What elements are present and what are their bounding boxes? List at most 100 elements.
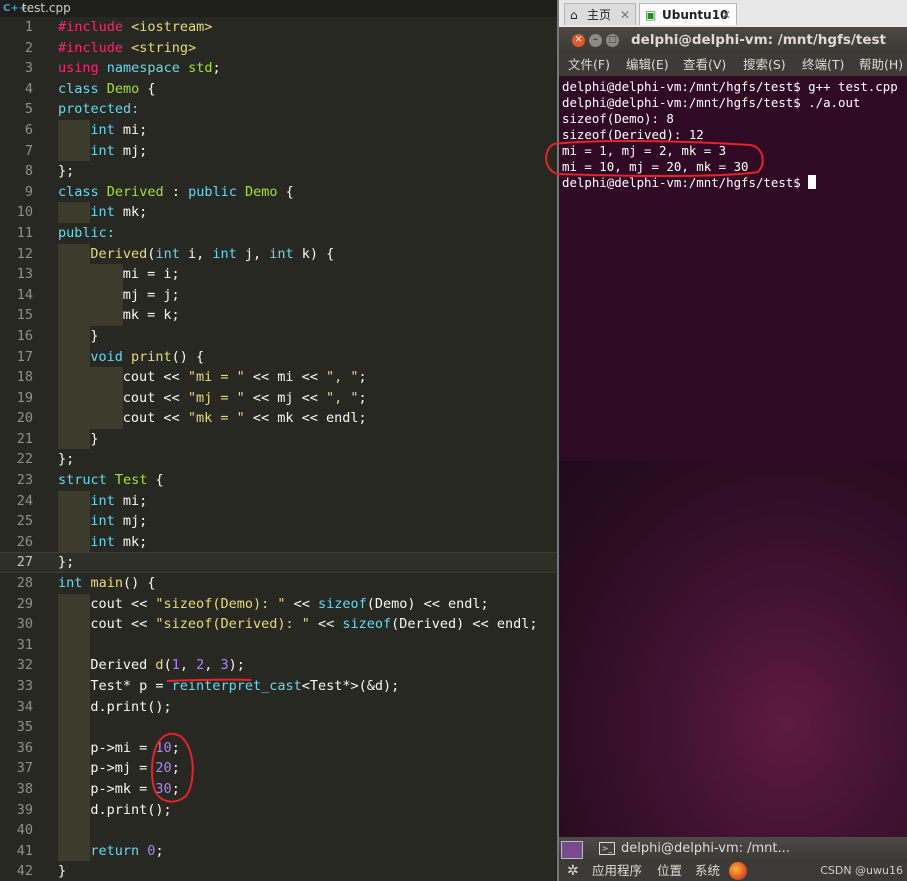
menu-view[interactable]: 查看(V)	[683, 53, 726, 76]
code-line[interactable]: 14 mj = j;	[0, 284, 557, 306]
menu-applications[interactable]: 应用程序	[592, 861, 642, 881]
code-text: int mi;	[58, 490, 147, 512]
code-token: Test* p =	[90, 678, 172, 694]
minimize-icon[interactable]: –	[589, 34, 602, 47]
code-line[interactable]: 34 d.print();	[0, 696, 557, 718]
code-line[interactable]: 9 class Derived : public Demo {	[0, 182, 557, 203]
menu-edit[interactable]: 编辑(E)	[626, 53, 669, 76]
code-line[interactable]: 12 Derived(int i, int j, int k) {	[0, 243, 557, 265]
code-line[interactable]: 40	[0, 820, 557, 841]
code-line[interactable]: 36 p->mi = 10;	[0, 737, 557, 759]
indent-guide	[58, 511, 91, 532]
code-line[interactable]: 10 int mk;	[0, 202, 557, 223]
window-list-panel: >_ delphi@delphi-vm: /mnt...	[559, 837, 907, 861]
code-token: () {	[171, 348, 205, 365]
code-line[interactable]: 29 cout << "sizeof(Demo): " << sizeof(De…	[0, 593, 557, 615]
code-line[interactable]: 31	[0, 634, 557, 656]
tab-ubuntu10[interactable]: ▣ Ubuntu10 ✕	[639, 3, 737, 25]
menu-search[interactable]: 搜索(S)	[743, 53, 786, 76]
code-line[interactable]: 23 struct Test {	[0, 470, 557, 491]
code-line[interactable]: 32 Derived d(1, 2, 3);	[0, 655, 557, 676]
code-line[interactable]: 28 int main() {	[0, 573, 557, 594]
code-token: {	[155, 472, 164, 489]
menu-places[interactable]: 位置	[657, 861, 682, 881]
close-window-icon[interactable]: ✕	[572, 34, 585, 47]
terminal-prompt-line[interactable]: delphi@delphi-vm:/mnt/hgfs/test$	[562, 175, 817, 191]
code-token: namespace	[106, 60, 189, 77]
code-token: p->mj =	[90, 760, 156, 777]
code-line[interactable]: 6 int mi;	[0, 119, 557, 141]
menu-system[interactable]: 系统	[695, 861, 720, 881]
code-line[interactable]: 39 d.print();	[0, 799, 557, 821]
code-text: }	[58, 861, 66, 881]
code-line[interactable]: 21 }	[0, 428, 557, 450]
menu-terminal[interactable]: 终端(T)	[802, 53, 844, 76]
indent-guide	[58, 284, 91, 306]
terminal-prompt: delphi@delphi-vm:/mnt/hgfs/test$	[562, 175, 809, 190]
code-line[interactable]: 38 p->mk = 30;	[0, 778, 557, 800]
code-line[interactable]: 13 mi = i;	[0, 264, 557, 285]
code-token: "mk = "	[187, 410, 245, 427]
line-number: 13	[16, 266, 33, 283]
workspace-switcher-icon[interactable]	[561, 841, 583, 859]
code-line[interactable]: 2 #include <string>	[0, 38, 557, 59]
code-line[interactable]: 42}	[0, 861, 557, 881]
code-line[interactable]: 16 }	[0, 325, 557, 347]
code-text: int main() {	[58, 573, 156, 594]
code-editor[interactable]: C++ test.cpp 1 #include <iostream> 2 #inclu…	[0, 0, 557, 881]
code-text: p->mi = 10;	[58, 737, 180, 759]
line-number: 15	[16, 307, 33, 324]
tab-home[interactable]: ⌂ 主页 ✕	[564, 3, 636, 25]
indent-guide	[58, 202, 91, 223]
close-icon[interactable]: ✕	[620, 4, 630, 26]
code-line[interactable]: 11 public:	[0, 223, 557, 244]
close-icon[interactable]: ✕	[721, 4, 731, 26]
code-line[interactable]: 4 class Demo {	[0, 79, 557, 100]
code-token: ", "	[326, 369, 359, 386]
firefox-icon[interactable]	[729, 862, 747, 880]
code-line[interactable]: 35	[0, 717, 557, 738]
code-line[interactable]: 8};	[0, 161, 557, 182]
code-line[interactable]: 41 return 0;	[0, 840, 557, 862]
code-line[interactable]: 5 protected:	[0, 99, 557, 120]
code-text: class Demo {	[58, 79, 156, 100]
code-token: d.print();	[90, 801, 172, 818]
code-line[interactable]: 27};	[0, 552, 557, 574]
line-number: 19	[16, 389, 33, 406]
menu-help[interactable]: 帮助(H)	[859, 53, 903, 76]
code-token: }	[90, 327, 99, 344]
code-line[interactable]: 26 int mk;	[0, 531, 557, 553]
code-line[interactable]: 15 mk = k;	[0, 305, 557, 326]
indent-guide	[58, 593, 91, 615]
code-line[interactable]: 25 int mj;	[0, 511, 557, 532]
code-text: d.print();	[58, 696, 172, 718]
code-lines[interactable]: 1 #include <iostream> 2 #include <string> 3 u…	[0, 17, 557, 881]
code-line[interactable]: 20 cout << "mk = " << mk << endl;	[0, 408, 557, 429]
code-token: <iostream>	[131, 19, 213, 35]
code-token: p->mk =	[90, 780, 156, 797]
terminal-title-bar[interactable]: ✕ – □ delphi@delphi-vm: /mnt/hgfs/test	[559, 27, 907, 53]
code-line[interactable]: 30 cout << "sizeof(Derived): " << sizeof…	[0, 614, 557, 635]
line-number: 38	[16, 780, 33, 797]
code-line[interactable]: 3 using namespace std;	[0, 58, 557, 79]
code-line[interactable]: 17 void print() {	[0, 346, 557, 368]
code-line[interactable]: 7 int mj;	[0, 140, 557, 162]
maximize-icon[interactable]: □	[606, 34, 619, 47]
terminal-output[interactable]: delphi@delphi-vm:/mnt/hgfs/test$ g++ tes…	[559, 76, 907, 461]
code-token: ", "	[326, 389, 359, 406]
code-line[interactable]: 18 cout << "mi = " << mi << ", ";	[0, 367, 557, 388]
editor-file-tab[interactable]: C++ test.cpp	[0, 0, 557, 17]
menu-file[interactable]: 文件(F)	[568, 53, 610, 76]
code-token: 30	[155, 780, 172, 797]
code-line[interactable]: 22};	[0, 449, 557, 470]
code-line[interactable]: 19 cout << "mj = " << mj << ", ";	[0, 387, 557, 409]
terminal-title: delphi@delphi-vm: /mnt/hgfs/test	[631, 32, 886, 48]
code-token: }	[90, 430, 99, 447]
code-line[interactable]: 37 p->mj = 20;	[0, 758, 557, 779]
indent-guide	[58, 676, 91, 697]
code-token: int	[58, 575, 91, 592]
ubuntu-logo-icon[interactable]: ✲	[567, 861, 579, 881]
code-line[interactable]: 24 int mi;	[0, 490, 557, 512]
code-line[interactable]: 1 #include <iostream>	[0, 17, 557, 38]
code-line[interactable]: 33 Test* p = reinterpret_cast<Test*>(&d)…	[0, 676, 557, 697]
